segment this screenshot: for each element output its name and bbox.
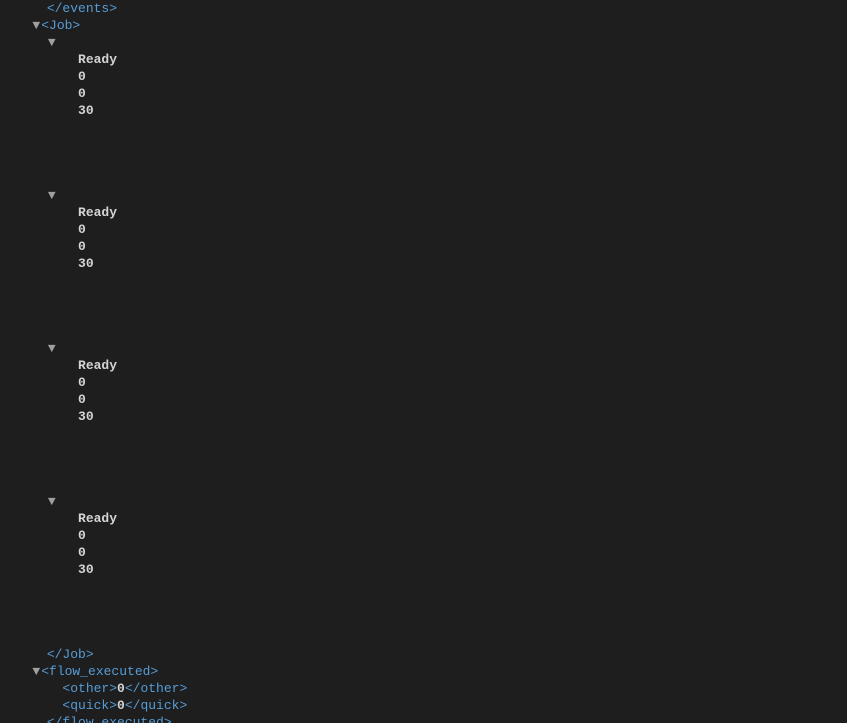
tag-job-close: </Job> xyxy=(47,647,94,662)
tag-events-close: </events> xyxy=(47,1,117,16)
xml-line[interactable]: ▼ xyxy=(0,187,847,204)
caret-icon[interactable]: ▼ xyxy=(31,17,41,34)
xml-line[interactable]: ▼ xyxy=(0,493,847,510)
xml-line[interactable]: 30 xyxy=(0,561,847,578)
xml-line[interactable]: 0 xyxy=(0,238,847,255)
value-state: Ready xyxy=(78,205,117,220)
xml-line[interactable]: 0 xyxy=(0,544,847,561)
tag-other-close: </other> xyxy=(125,681,187,696)
caret-icon[interactable]: ▼ xyxy=(31,663,41,680)
xml-line[interactable]: 0 xyxy=(0,391,847,408)
xml-line[interactable] xyxy=(0,459,847,476)
xml-line[interactable] xyxy=(0,578,847,595)
xml-line[interactable]: 0 xyxy=(0,221,847,238)
handler-block: ▼ Ready 0 0 30 xyxy=(0,34,847,187)
xml-line[interactable]: 30 xyxy=(0,102,847,119)
xml-tree: </events> ▼<Job> ▼ Ready 0 0 30 ▼ Ready … xyxy=(0,0,847,723)
xml-line[interactable] xyxy=(0,136,847,153)
xml-line[interactable]: 30 xyxy=(0,408,847,425)
xml-line[interactable]: ▼ xyxy=(0,34,847,51)
xml-line[interactable]: Ready xyxy=(0,51,847,68)
value-state: Ready xyxy=(78,52,117,67)
xml-line[interactable] xyxy=(0,425,847,442)
tag-flow-executed-close: </flow_executed> xyxy=(47,715,172,723)
xml-line[interactable]: Ready xyxy=(0,510,847,527)
tag-quick-open: <quick> xyxy=(62,698,117,713)
xml-line[interactable] xyxy=(0,442,847,459)
value-state: Ready xyxy=(78,511,117,526)
value-avg: 0 xyxy=(78,545,86,560)
tag-flow-executed-open: <flow_executed> xyxy=(41,664,158,679)
value-avg: 0 xyxy=(78,239,86,254)
handler-block: ▼ Ready 0 0 30 xyxy=(0,493,847,646)
value-quick: 0 xyxy=(117,698,125,713)
xml-line[interactable] xyxy=(0,289,847,306)
xml-line[interactable]: Ready xyxy=(0,357,847,374)
tag-quick-close: </quick> xyxy=(125,698,187,713)
xml-line[interactable]: </Job> xyxy=(0,646,847,663)
xml-line[interactable] xyxy=(0,476,847,493)
xml-line[interactable] xyxy=(0,612,847,629)
value-times: 30 xyxy=(78,103,94,118)
xml-line[interactable]: 30 xyxy=(0,255,847,272)
handler-block: ▼ Ready 0 0 30 xyxy=(0,187,847,340)
value-event-processed: 0 xyxy=(78,528,86,543)
xml-line[interactable] xyxy=(0,272,847,289)
value-event-processed: 0 xyxy=(78,222,86,237)
value-event-processed: 0 xyxy=(78,69,86,84)
value-state: Ready xyxy=(78,358,117,373)
xml-line[interactable]: Ready xyxy=(0,204,847,221)
caret-icon[interactable]: ▼ xyxy=(47,340,57,357)
value-avg: 0 xyxy=(78,86,86,101)
xml-line[interactable] xyxy=(0,595,847,612)
xml-line[interactable]: 0 xyxy=(0,527,847,544)
tag-other-open: <other> xyxy=(62,681,117,696)
xml-line[interactable]: </flow_executed> xyxy=(0,714,847,723)
caret-icon[interactable]: ▼ xyxy=(47,187,57,204)
caret-icon[interactable]: ▼ xyxy=(47,34,57,51)
handler-block: ▼ Ready 0 0 30 xyxy=(0,340,847,493)
xml-line[interactable]: <quick>0</quick> xyxy=(0,697,847,714)
value-times: 30 xyxy=(78,562,94,577)
xml-line[interactable] xyxy=(0,119,847,136)
value-other: 0 xyxy=(117,681,125,696)
xml-line[interactable]: ▼ xyxy=(0,340,847,357)
value-event-processed: 0 xyxy=(78,375,86,390)
value-avg: 0 xyxy=(78,392,86,407)
value-times: 30 xyxy=(78,256,94,271)
xml-line[interactable] xyxy=(0,306,847,323)
tag-job-open: <Job> xyxy=(41,18,80,33)
xml-line[interactable]: </events> xyxy=(0,0,847,17)
xml-line[interactable] xyxy=(0,153,847,170)
xml-line[interactable]: 0 xyxy=(0,374,847,391)
xml-line[interactable] xyxy=(0,170,847,187)
xml-line[interactable] xyxy=(0,323,847,340)
xml-line[interactable] xyxy=(0,629,847,646)
xml-line[interactable]: 0 xyxy=(0,85,847,102)
xml-line[interactable]: <other>0</other> xyxy=(0,680,847,697)
value-times: 30 xyxy=(78,409,94,424)
caret-icon[interactable]: ▼ xyxy=(47,493,57,510)
xml-line[interactable]: ▼<flow_executed> xyxy=(0,663,847,680)
xml-line[interactable]: 0 xyxy=(0,68,847,85)
xml-line[interactable]: ▼<Job> xyxy=(0,17,847,34)
